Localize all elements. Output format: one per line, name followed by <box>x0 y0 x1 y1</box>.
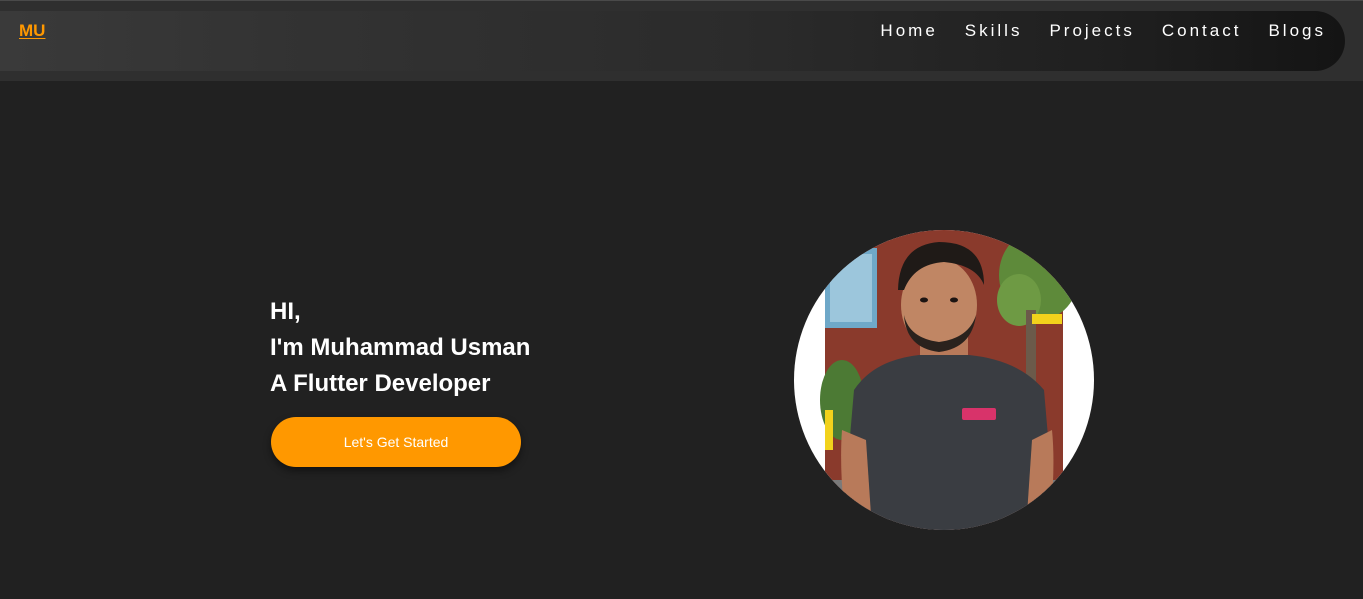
nav-home[interactable]: Home <box>880 20 937 42</box>
hero-role: A Flutter Developer <box>270 370 491 397</box>
site-logo[interactable]: MU <box>19 21 45 41</box>
profile-avatar <box>794 230 1094 530</box>
site-header: MU Home Skills Projects Contact Blogs <box>0 0 1363 81</box>
hero-intro: HI, I'm Muhammad Usman A Flutter Develop… <box>270 294 530 402</box>
profile-photo-illustration <box>820 230 1079 530</box>
nav-contact[interactable]: Contact <box>1162 20 1242 42</box>
nav-skills[interactable]: Skills <box>965 20 1023 42</box>
portfolio-page: MU Home Skills Projects Contact Blogs HI… <box>0 0 1363 599</box>
nav-projects[interactable]: Projects <box>1049 20 1134 42</box>
get-started-button[interactable]: Let's Get Started <box>271 417 521 467</box>
hero-name: I'm Muhammad Usman <box>270 334 531 361</box>
main-nav: Home Skills Projects Contact Blogs <box>853 20 1326 42</box>
nav-blogs[interactable]: Blogs <box>1268 20 1326 42</box>
hero-greeting: HI, <box>270 298 301 325</box>
